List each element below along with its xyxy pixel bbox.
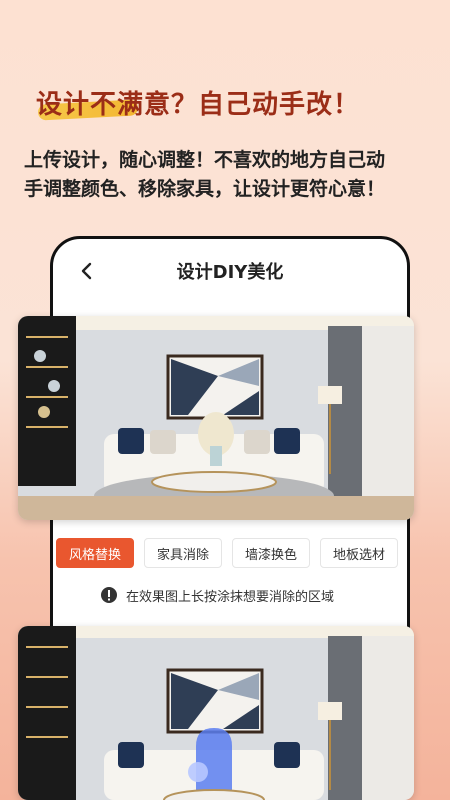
subtitle: 上传设计，随心调整！不喜欢的地方自己动 手调整颜色、移除家具，让设计更符心意！ xyxy=(24,146,444,204)
hint: 在效果图上长按涂抹想要消除的区域 xyxy=(100,584,334,606)
headline: 设计不满意？自己动手改！ xyxy=(36,84,436,124)
room-render-image[interactable] xyxy=(18,316,414,520)
chevron-left-icon[interactable] xyxy=(77,261,97,281)
info-icon xyxy=(101,587,117,603)
subtitle-line2: 手调整颜色、移除家具，让设计更符心意！ xyxy=(24,178,386,200)
hint-text: 在效果图上长按涂抹想要消除的区域 xyxy=(126,589,335,605)
chip-style-replace[interactable]: 风格替换 xyxy=(56,538,135,568)
chip-floor-material[interactable]: 地板选材 xyxy=(320,538,399,568)
chip-wall-color[interactable]: 墙漆换色 xyxy=(232,538,311,568)
chip-furniture-remove[interactable]: 家具消除 xyxy=(144,538,223,568)
headline-text: 设计不满意？自己动手改！ xyxy=(36,90,361,120)
room-render-image-erasing[interactable] xyxy=(18,626,414,800)
nav-bar: 设计DIY美化 xyxy=(53,239,407,303)
tool-chips: 风格替换 家具消除 墙漆换色 地板选材 xyxy=(50,538,416,572)
page-title: 设计DIY美化 xyxy=(176,262,284,283)
subtitle-line1: 上传设计，随心调整！不喜欢的地方自己动 xyxy=(24,149,386,171)
